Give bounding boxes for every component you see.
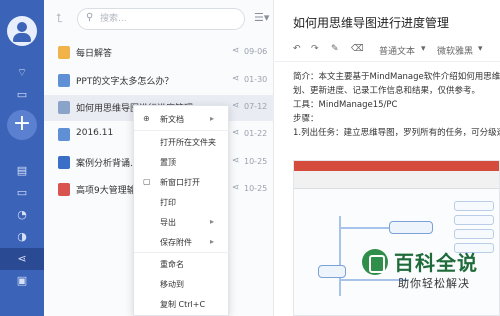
wifi-icon[interactable]: ⌔ xyxy=(0,62,44,84)
chevron-right-icon: ▸ xyxy=(210,217,215,226)
mindmap-leaf xyxy=(454,201,494,211)
search-row: ⮤ ⚲ ☰▾ xyxy=(44,0,274,38)
file-name: 每日解答 xyxy=(76,49,113,59)
paragraph-style-select[interactable]: 普通文本 xyxy=(379,44,415,57)
menu-item-label: 打印 xyxy=(160,198,176,207)
file-name: PPT的文字太多怎么办？ xyxy=(76,77,174,87)
document-icon xyxy=(58,74,70,87)
paragraph-line[interactable]: 步骤： xyxy=(293,112,319,124)
editor-panel: 如何用思维导图进行进度管理 ↶ ↷ ✎ ⌫ 普通文本 ▾ 微软雅黑 ▾ 简介：本… xyxy=(275,0,500,316)
share-icon[interactable]: ⋖ xyxy=(232,156,240,166)
pdf-icon xyxy=(58,183,70,196)
menu-item-label: 打开所在文件夹 xyxy=(160,138,216,147)
chevron-right-icon: ▸ xyxy=(210,237,215,246)
file-date: 01-30 xyxy=(244,75,268,84)
menu-item-print[interactable]: 打印 xyxy=(134,192,230,212)
chevron-down-icon[interactable]: ▾ xyxy=(478,44,483,54)
share-icon[interactable]: ⋖ xyxy=(232,46,240,56)
menu-item-open-folder[interactable]: 打开所在文件夹 xyxy=(134,132,230,152)
watermark-title: 百科全说 xyxy=(394,251,478,275)
connector xyxy=(339,227,389,229)
file-date: 09-06 xyxy=(244,47,268,56)
mindmap-leaf xyxy=(454,229,494,239)
list-item[interactable]: 每日解答 ⋖ 09-06 xyxy=(44,40,274,66)
share-icon[interactable]: ⋖ xyxy=(232,74,240,84)
chevron-down-icon[interactable]: ▾ xyxy=(421,44,426,54)
menu-item-move-to[interactable]: 移动到 xyxy=(134,274,230,294)
divider xyxy=(134,130,230,131)
search-icon: ⚲ xyxy=(86,12,94,23)
share-icon[interactable]: ⋖ xyxy=(232,101,240,111)
redo-icon[interactable]: ↷ xyxy=(311,44,319,54)
menu-item-label: 新文档 xyxy=(160,115,184,124)
paragraph-line[interactable]: 工具：MindManage15/PC xyxy=(293,98,397,110)
person-icon[interactable]: ◔ xyxy=(0,204,44,226)
file-date: 10-25 xyxy=(244,157,268,166)
menu-item-save-attachment[interactable]: 保存附件 ▸ xyxy=(134,232,230,252)
document-icon xyxy=(58,128,70,141)
folder-icon[interactable]: ▭ xyxy=(0,182,44,204)
window-icon: ▢ xyxy=(143,177,151,186)
app-window: ⌔ ▭ + ▤ ▭ ◔ ◑ ⋖ ▣ ⮤ ⚲ ☰▾ 每日解答 ⋖ 09-06 PP… xyxy=(0,0,500,316)
watermark-logo-icon xyxy=(362,249,388,275)
search-input[interactable] xyxy=(100,11,230,27)
add-button[interactable]: + xyxy=(7,110,37,140)
format-painter-icon[interactable]: ✎ xyxy=(331,44,339,54)
share-icon[interactable]: ⋖ xyxy=(232,183,240,193)
mindmap-node xyxy=(389,221,433,234)
app-ribbon xyxy=(294,171,499,189)
embedded-screenshot: 百科全说 助你轻松解决 xyxy=(293,160,500,316)
calendar-icon[interactable]: ▣ xyxy=(0,270,44,292)
menu-item-label: 保存附件 xyxy=(160,238,192,247)
font-family-select[interactable]: 微软雅黑 xyxy=(437,44,473,57)
share-icon[interactable]: ⋖ xyxy=(232,128,240,138)
menu-item-label: 导出 xyxy=(160,218,176,227)
paragraph-line[interactable]: 简介：本文主要基于MindManage软件介绍如何用思维导图 xyxy=(293,70,500,82)
file-stack-icon[interactable]: ▤ xyxy=(0,160,44,182)
menu-item-new-window[interactable]: ▢ 新窗口打开 xyxy=(134,172,230,192)
mindmap-icon xyxy=(58,101,70,114)
avatar[interactable] xyxy=(7,16,37,46)
back-arrow-icon[interactable]: ⮤ xyxy=(56,11,70,25)
divider xyxy=(134,252,230,253)
menu-item-label: 复制 Ctrl+C xyxy=(160,300,206,309)
list-item[interactable]: PPT的文字太多怎么办？ ⋖ 01-30 xyxy=(44,68,274,94)
file-date: 07-12 xyxy=(244,102,268,111)
folder-icon xyxy=(58,46,70,59)
menu-item-label: 移动到 xyxy=(160,280,184,289)
menu-item-pin[interactable]: 置顶 xyxy=(134,152,230,172)
users-icon[interactable]: ◑ xyxy=(0,226,44,248)
file-date: 01-22 xyxy=(244,129,268,138)
formatting-toolbar: ↶ ↷ ✎ ⌫ 普通文本 ▾ 微软雅黑 ▾ xyxy=(275,40,500,62)
chevron-right-icon: ▸ xyxy=(210,114,215,123)
menu-item-copy[interactable]: 复制 Ctrl+C xyxy=(134,294,230,314)
clear-format-icon[interactable]: ⌫ xyxy=(351,44,364,54)
paragraph-line[interactable]: 1.列出任务：建立思维导图，罗列所有的任务，可分级逐一 xyxy=(293,126,500,138)
word-icon xyxy=(58,156,70,169)
mindmap-central-node xyxy=(318,265,346,278)
undo-icon[interactable]: ↶ xyxy=(293,44,301,54)
watermark: 百科全说 助你轻松解决 xyxy=(354,239,499,315)
context-menu: ⊕ 新文档 ▸ 打开所在文件夹 置顶 ▢ 新窗口打开 打印 导出 ▸ 保存附件 … xyxy=(133,105,230,316)
mindmap-leaf xyxy=(454,215,494,225)
sort-menu-icon[interactable]: ☰▾ xyxy=(254,11,269,24)
new-doc-icon: ⊕ xyxy=(143,114,150,123)
menu-item-export[interactable]: 导出 ▸ xyxy=(134,212,230,232)
menu-item-rename[interactable]: 重命名 xyxy=(134,254,230,274)
file-date: 10-25 xyxy=(244,184,268,193)
app-titlebar xyxy=(294,161,499,171)
menu-item-label: 重命名 xyxy=(160,260,184,269)
folder-icon[interactable]: ▭ xyxy=(0,84,44,106)
paragraph-line[interactable]: 划、更新进度、记录工作信息和结果，仅供参考。 xyxy=(293,84,480,96)
menu-item-label: 新窗口打开 xyxy=(160,178,200,187)
menu-item-new-doc[interactable]: ⊕ 新文档 ▸ xyxy=(134,109,230,129)
left-rail: ⌔ ▭ + ▤ ▭ ◔ ◑ ⋖ ▣ xyxy=(0,0,44,316)
document-title[interactable]: 如何用思维导图进行进度管理 xyxy=(293,14,449,31)
search-box[interactable]: ⚲ xyxy=(77,8,245,30)
share-icon[interactable]: ⋖ xyxy=(0,248,44,270)
watermark-subtitle: 助你轻松解决 xyxy=(398,277,470,290)
menu-item-label: 置顶 xyxy=(160,158,176,167)
